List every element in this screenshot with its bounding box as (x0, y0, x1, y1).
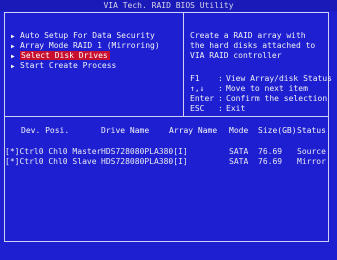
disk-position: [*]Ctrl0 Chl0 Master (5, 147, 102, 156)
menu-item-select-disk-drives[interactable]: ▶ Select Disk Drives (11, 51, 181, 61)
menu-item-start-create[interactable]: ▶ Start Create Process (11, 61, 181, 71)
key-label: ↑,↓ (190, 84, 205, 93)
disk-row-master[interactable]: [*]Ctrl0 Chl0 Master HDS728080PLA380[I] … (0, 147, 337, 157)
menu-item-array-mode[interactable]: ▶ Array Mode RAID 1 (Mirroring) (11, 41, 181, 51)
key-row-f1: F1: View Array/disk Status (190, 74, 332, 83)
menu-item-label: Start Create Process (20, 61, 117, 70)
disk-row-slave[interactable]: [*]Ctrl0 Chl0 Slave HDS728080PLA380[I] S… (0, 157, 337, 167)
header-status: Status (297, 126, 326, 135)
key-row-esc: ESC: Exit (190, 104, 246, 113)
disk-status: Mirror (297, 157, 326, 166)
triangle-right-icon: ▶ (11, 63, 15, 70)
disk-drive-name: HDS728080PLA380[I] (101, 147, 188, 156)
horizontal-divider (4, 116, 329, 117)
disk-position: [*]Ctrl0 Chl0 Slave (5, 157, 97, 166)
disk-mode: SATA (229, 157, 249, 166)
bios-screen: VIA Tech. RAID BIOS Utility ▶ Auto Setup … (0, 0, 337, 260)
utility-title: VIA Tech. RAID BIOS Utility (0, 0, 337, 11)
disk-drive-name: HDS728080PLA380[I] (101, 157, 188, 166)
disk-size: 76.69 (258, 147, 283, 156)
key-description: Move to next item (226, 84, 308, 93)
key-legend: F1: View Array/disk Status ↑,↓: Move to ne… (190, 74, 332, 114)
help-line: Create a RAID array with (190, 31, 306, 40)
header-drive-name: Drive Name (101, 126, 150, 135)
header-array-name: Array Name (169, 126, 218, 135)
disk-status: Source (297, 147, 326, 156)
menu-item-label: Auto Setup For Data Security (20, 31, 155, 40)
disk-size: 76.69 (258, 157, 283, 166)
menu-item-label: Select Disk Drives (20, 51, 110, 60)
menu-item-auto-setup[interactable]: ▶ Auto Setup For Data Security (11, 31, 181, 41)
key-description: View Array/disk Status (226, 74, 332, 83)
key-row-arrows: ↑,↓: Move to next item (190, 84, 308, 93)
help-line: the hard disks attached to (190, 41, 316, 50)
key-label: Enter (190, 94, 215, 103)
help-text: Create a RAID array with the hard disks … (190, 31, 315, 61)
key-description: Confirm the selection (226, 94, 328, 103)
header-size: Size(GB) (258, 126, 297, 135)
menu-item-label: Array Mode RAID 1 (Mirroring) (20, 41, 160, 50)
key-label: ESC (190, 104, 205, 113)
setup-menu: ▶ Auto Setup For Data Security ▶ Array Mod… (11, 31, 181, 71)
key-row-enter: Enter: Confirm the selection (190, 94, 328, 103)
key-label: F1 (190, 74, 200, 83)
header-mode: Mode (229, 126, 249, 135)
header-dev-posi: Dev. Posi. (21, 126, 70, 135)
help-line: VIA RAID controller (190, 51, 282, 60)
disk-table-header: Dev. Posi. Drive Name Array Name Mode Si… (0, 126, 337, 136)
disk-mode: SATA (229, 147, 249, 156)
key-description: Exit (226, 104, 246, 113)
vertical-divider (183, 12, 184, 116)
